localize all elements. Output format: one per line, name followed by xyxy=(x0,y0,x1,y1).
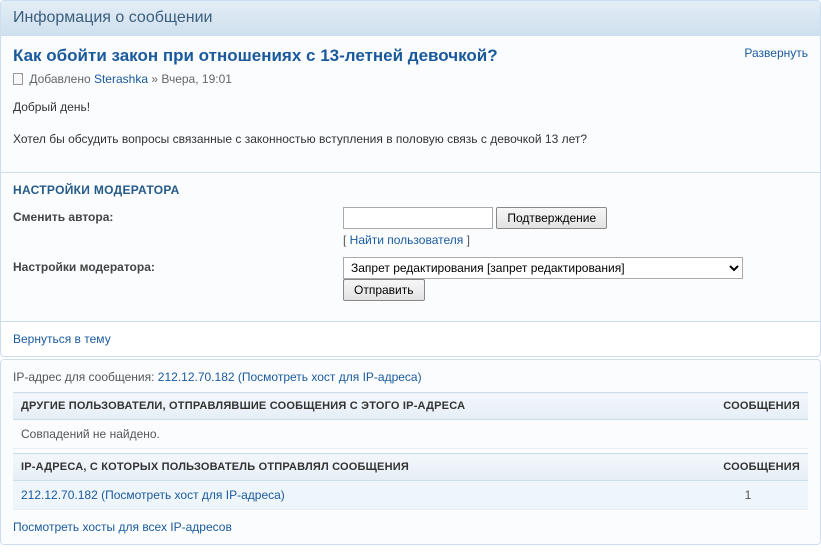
ip-line: IP-адрес для сообщения: 212.12.70.182 (П… xyxy=(13,370,808,384)
panel-title: Информация о сообщении xyxy=(1,1,820,36)
added-prefix: Добавлено xyxy=(29,72,94,86)
post-title-row: Развернуть Как обойти закон при отношени… xyxy=(13,46,808,66)
other-users-header: ДРУГИЕ ПОЛЬЗОВАТЕЛИ, ОТПРАВЛЯВШИЕ СООБЩЕ… xyxy=(13,393,688,420)
page-icon xyxy=(13,73,23,85)
back-link-row: Вернуться в тему xyxy=(1,322,820,356)
bracket-open: [ xyxy=(343,233,350,247)
change-author-controls: Подтверждение [ Найти пользователя ] xyxy=(343,207,808,247)
post-meta: Добавлено Sterashka » Вчера, 19:01 xyxy=(13,72,808,86)
mod-settings-controls: Запрет редактирования [запрет редактиров… xyxy=(343,257,808,301)
ip-label: IP-адрес для сообщения: xyxy=(13,370,158,384)
moderator-heading: НАСТРОЙКИ МОДЕРАТОРА xyxy=(13,183,808,197)
confirm-button[interactable]: Подтверждение xyxy=(496,207,607,229)
meta-suffix: » Вчера, 19:01 xyxy=(148,72,232,86)
change-author-row: Сменить автора: Подтверждение [ Найти по… xyxy=(13,207,808,247)
post-paragraph: Хотел бы обсудить вопросы связанные с за… xyxy=(13,130,808,148)
table-row: Совпадений не найдено. xyxy=(13,420,808,449)
messages-header: СООБЩЕНИЯ xyxy=(688,393,808,420)
find-user-link[interactable]: Найти пользователя xyxy=(350,233,464,247)
moderator-section: НАСТРОЙКИ МОДЕРАТОРА Сменить автора: Под… xyxy=(1,173,820,321)
mod-settings-select[interactable]: Запрет редактирования [запрет редактиров… xyxy=(343,257,743,279)
all-hosts-row: Посмотреть хосты для всех IP-адресов xyxy=(13,520,808,534)
ip-row-count: 1 xyxy=(688,481,808,510)
bracket-close: ] xyxy=(463,233,470,247)
mod-settings-label: Настройки модератора: xyxy=(13,257,343,274)
change-author-label: Сменить автора: xyxy=(13,207,343,224)
mod-settings-row: Настройки модератора: Запрет редактирова… xyxy=(13,257,808,301)
table-header-row: ДРУГИЕ ПОЛЬЗОВАТЕЛИ, ОТПРАВЛЯВШИЕ СООБЩЕ… xyxy=(13,393,808,420)
post-paragraph: Добрый день! xyxy=(13,98,808,116)
table-row: 212.12.70.182 (Посмотреть хост для IP-ад… xyxy=(13,481,808,510)
all-hosts-link[interactable]: Посмотреть хосты для всех IP-адресов xyxy=(13,520,232,534)
ip-info-panel: IP-адрес для сообщения: 212.12.70.182 (П… xyxy=(0,359,821,545)
ip-row-cell: 212.12.70.182 (Посмотреть хост для IP-ад… xyxy=(13,481,688,510)
post-body: Добрый день! Хотел бы обсудить вопросы с… xyxy=(13,98,808,148)
author-link[interactable]: Sterashka xyxy=(94,72,148,86)
ip-address-link[interactable]: 212.12.70.182 (Посмотреть хост для IP-ад… xyxy=(158,370,422,384)
messages-header: СООБЩЕНИЯ xyxy=(688,454,808,481)
user-ips-table: IP-АДРЕСА, С КОТОРЫХ ПОЛЬЗОВАТЕЛЬ ОТПРАВ… xyxy=(13,453,808,510)
expand-link[interactable]: Развернуть xyxy=(744,46,808,60)
change-author-input[interactable] xyxy=(343,207,493,229)
find-user-row: [ Найти пользователя ] xyxy=(343,233,808,247)
post-title-link[interactable]: Как обойти закон при отношениях с 13-лет… xyxy=(13,46,498,65)
no-matches-cell: Совпадений не найдено. xyxy=(13,420,808,449)
table-header-row: IP-АДРЕСА, С КОТОРЫХ ПОЛЬЗОВАТЕЛЬ ОТПРАВ… xyxy=(13,454,808,481)
message-info-panel: Информация о сообщении Развернуть Как об… xyxy=(0,0,821,357)
ip-info-body: IP-адрес для сообщения: 212.12.70.182 (П… xyxy=(1,360,820,544)
post-section: Развернуть Как обойти закон при отношени… xyxy=(1,36,820,172)
back-to-topic-link[interactable]: Вернуться в тему xyxy=(13,332,111,346)
other-users-table: ДРУГИЕ ПОЛЬЗОВАТЕЛИ, ОТПРАВЛЯВШИЕ СООБЩЕ… xyxy=(13,392,808,449)
user-ips-header: IP-АДРЕСА, С КОТОРЫХ ПОЛЬЗОВАТЕЛЬ ОТПРАВ… xyxy=(13,454,688,481)
ip-row-link[interactable]: 212.12.70.182 (Посмотреть хост для IP-ад… xyxy=(21,488,285,502)
send-button[interactable]: Отправить xyxy=(343,279,425,301)
